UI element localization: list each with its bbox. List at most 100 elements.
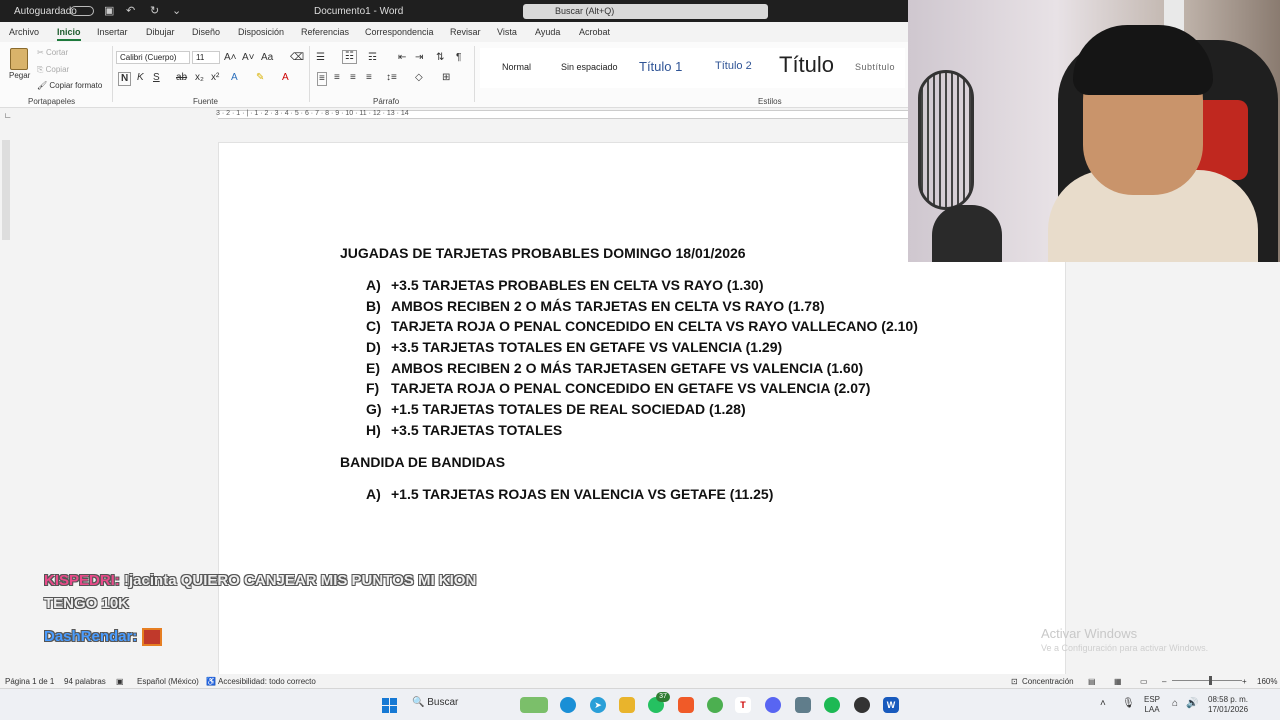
brave-icon[interactable] xyxy=(678,697,694,713)
tray-chevron-icon[interactable]: ˄ xyxy=(1100,699,1106,709)
word-icon[interactable]: W xyxy=(883,697,899,713)
autosave-toggle[interactable] xyxy=(70,6,94,16)
tab-insertar[interactable]: Insertar xyxy=(97,27,128,37)
style-title[interactable]: Título xyxy=(779,52,834,78)
underline-button[interactable]: S xyxy=(153,72,160,84)
discord-icon[interactable] xyxy=(765,697,781,713)
sort-icon[interactable]: ⇅ xyxy=(436,52,444,64)
status-bar: Página 1 de 1 94 palabras ▣ Español (Méx… xyxy=(0,674,1280,688)
change-case-icon[interactable]: Aa xyxy=(261,52,273,64)
shading-icon[interactable]: ◇ xyxy=(415,72,423,84)
bullets-icon[interactable]: ☰ xyxy=(316,52,325,64)
tab-archivo[interactable]: Archivo xyxy=(9,27,39,37)
tab-dibujar[interactable]: Dibujar xyxy=(146,27,175,37)
title-search-box[interactable]: Buscar (Alt+Q) xyxy=(523,4,768,19)
paste-button[interactable]: Pegar xyxy=(9,71,30,80)
tab-revisar[interactable]: Revisar xyxy=(450,27,481,37)
grow-font-icon[interactable]: A˄ xyxy=(224,52,237,64)
focus-icon[interactable]: ⊡ xyxy=(1011,677,1018,686)
typora-icon[interactable]: T xyxy=(735,697,751,713)
zoom-out-icon[interactable]: – xyxy=(1162,677,1166,686)
focus-mode[interactable]: Concentración xyxy=(1022,677,1074,686)
style-heading2[interactable]: Título 2 xyxy=(715,60,752,72)
italic-button[interactable]: K xyxy=(137,72,144,84)
vertical-ruler[interactable] xyxy=(2,140,10,670)
customize-icon[interactable]: ⌄ xyxy=(172,4,181,17)
shrink-font-icon[interactable]: A˅ xyxy=(242,52,255,64)
decrease-indent-icon[interactable]: ⇤ xyxy=(398,52,406,64)
strikethrough-icon[interactable]: ab xyxy=(176,72,187,84)
format-painter-button[interactable]: 🖌 Copiar formato xyxy=(37,81,102,90)
chrome-icon[interactable] xyxy=(707,697,723,713)
font-name-select[interactable]: Calibri (Cuerpo) xyxy=(116,51,190,64)
taskbar-search[interactable]: 🔍 Buscar xyxy=(412,697,458,708)
telegram-icon[interactable]: ➤ xyxy=(590,697,606,713)
font-size-select[interactable]: 11 xyxy=(192,51,220,64)
numbering-icon[interactable]: ☷ xyxy=(342,50,357,64)
accessibility-icon[interactable]: ♿ xyxy=(206,677,216,686)
style-subtitle[interactable]: Subtítulo xyxy=(855,62,895,72)
copy-button[interactable]: ⎘ Copiar xyxy=(37,65,69,75)
widgets-icon[interactable] xyxy=(520,697,548,713)
bold-button[interactable]: N xyxy=(118,72,132,86)
superscript-icon[interactable]: x² xyxy=(211,72,219,84)
tab-vista[interactable]: Vista xyxy=(497,27,517,37)
undo-icon[interactable]: ↶ xyxy=(126,4,135,17)
redo-icon[interactable]: ↻ xyxy=(150,4,159,17)
microphone-icon[interactable]: 🎙 xyxy=(1122,699,1135,709)
read-mode-icon[interactable]: ▤ xyxy=(1088,677,1096,686)
tab-disposicion[interactable]: Disposición xyxy=(238,27,284,37)
cut-button[interactable]: ✂ Cortar xyxy=(37,48,68,57)
horizontal-ruler[interactable]: ∟ 3 · 2 · 1 · | · 1 · 2 · 3 · 4 · 5 · 6 … xyxy=(0,108,908,122)
align-left-icon[interactable]: ≡ xyxy=(317,72,327,86)
clear-format-icon[interactable]: ⌫ xyxy=(290,52,304,64)
subscript-icon[interactable]: x₂ xyxy=(195,72,204,84)
borders-icon[interactable]: ⊞ xyxy=(442,72,450,84)
zoom-slider[interactable] xyxy=(1172,680,1242,681)
increase-indent-icon[interactable]: ⇥ xyxy=(415,52,423,64)
tab-acrobat[interactable]: Acrobat xyxy=(579,27,610,37)
accessibility-status[interactable]: Accesibilidad: todo correcto xyxy=(218,677,316,686)
multilevel-list-icon[interactable]: ☶ xyxy=(368,52,377,64)
word-count[interactable]: 94 palabras xyxy=(64,677,106,686)
text-effects-icon[interactable]: A xyxy=(231,72,238,84)
input-language[interactable]: ESP LAA xyxy=(1144,695,1160,715)
style-no-spacing[interactable]: Sin espaciado xyxy=(561,62,618,72)
zoom-slider-thumb[interactable] xyxy=(1209,676,1212,685)
file-explorer-icon[interactable] xyxy=(619,697,635,713)
font-color-icon[interactable]: A xyxy=(282,72,289,84)
language-status[interactable]: Español (México) xyxy=(137,677,199,686)
tab-referencias[interactable]: Referencias xyxy=(301,27,349,37)
tab-inicio[interactable]: Inicio xyxy=(57,27,81,41)
web-layout-icon[interactable]: ▭ xyxy=(1140,677,1148,686)
volume-icon[interactable]: 🔊 xyxy=(1186,699,1198,709)
page-count[interactable]: Página 1 de 1 xyxy=(5,677,54,686)
paste-icon[interactable] xyxy=(10,48,28,70)
start-button[interactable] xyxy=(382,698,397,713)
clock[interactable]: 08:58 p. m. 17/01/2026 xyxy=(1208,695,1248,715)
obs-icon[interactable] xyxy=(854,697,870,713)
justify-icon[interactable]: ≡ xyxy=(366,72,372,84)
zoom-level[interactable]: 160% xyxy=(1257,677,1277,686)
style-normal[interactable]: Normal xyxy=(502,62,531,72)
print-layout-icon[interactable]: ▦ xyxy=(1114,677,1122,686)
highlight-icon[interactable]: ✎ xyxy=(256,72,264,84)
clock-date: 17/01/2026 xyxy=(1208,705,1249,714)
tab-selector-icon[interactable]: ∟ xyxy=(4,110,12,122)
spotify-icon[interactable] xyxy=(824,697,840,713)
tab-ayuda[interactable]: Ayuda xyxy=(535,27,560,37)
line-spacing-icon[interactable]: ↕≡ xyxy=(386,72,397,84)
edge-icon[interactable] xyxy=(560,697,576,713)
list-item: G) +1.5 TARJETAS TOTALES DE REAL SOCIEDAD… xyxy=(366,401,746,417)
tab-diseno[interactable]: Diseño xyxy=(192,27,220,37)
proofing-icon[interactable]: ▣ xyxy=(116,677,124,686)
align-right-icon[interactable]: ≡ xyxy=(350,72,356,84)
tab-correspondencia[interactable]: Correspondencia xyxy=(365,27,434,37)
align-center-icon[interactable]: ≡ xyxy=(334,72,340,84)
calculator-icon[interactable] xyxy=(795,697,811,713)
zoom-in-icon[interactable]: + xyxy=(1242,677,1247,686)
style-heading1[interactable]: Título 1 xyxy=(639,59,682,74)
save-icon[interactable]: ▣ xyxy=(104,4,114,17)
network-icon[interactable]: ⌂ xyxy=(1172,699,1178,709)
pilcrow-icon[interactable]: ¶ xyxy=(456,52,461,64)
